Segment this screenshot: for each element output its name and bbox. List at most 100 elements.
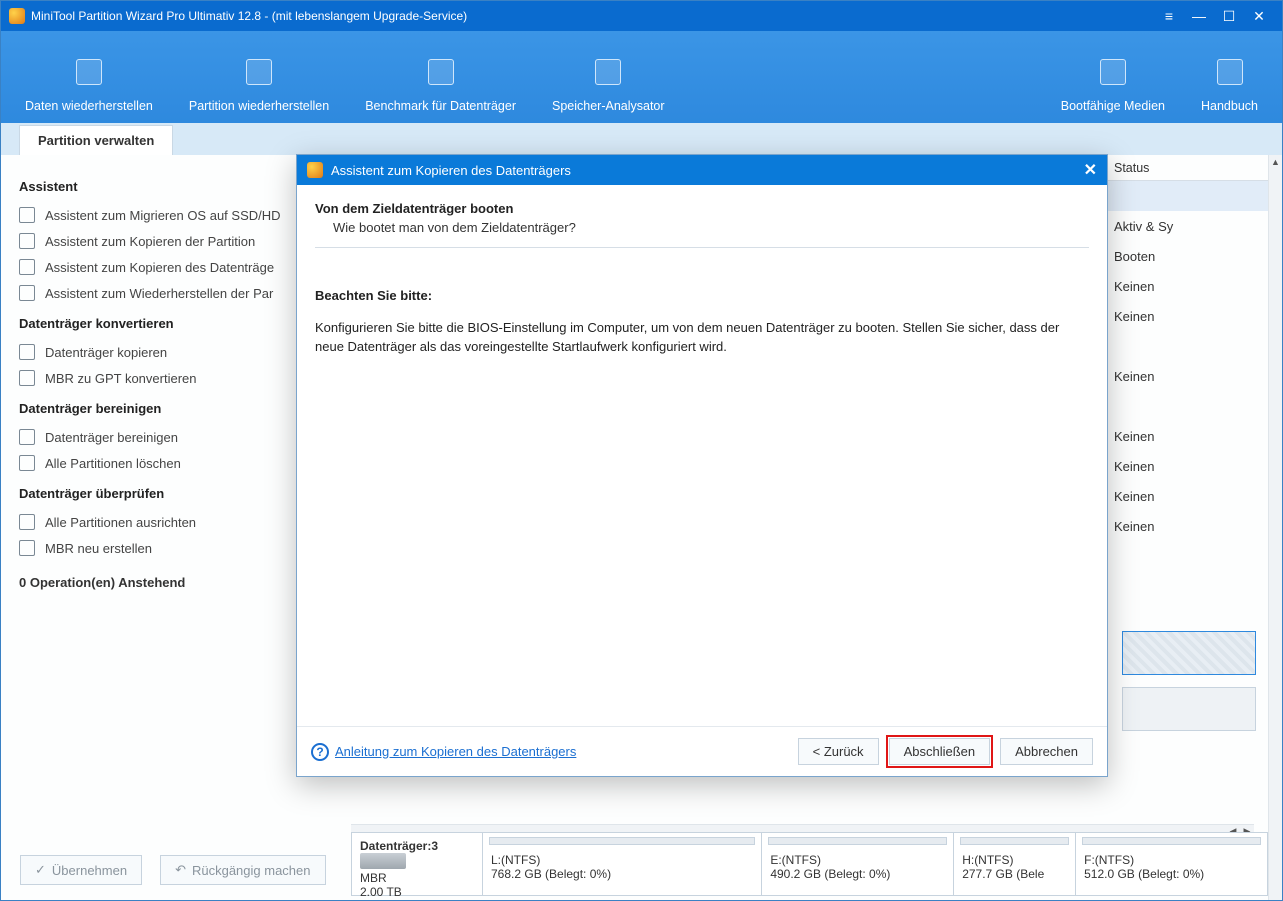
tabstrip: Partition verwalten (1, 123, 1282, 155)
book-icon (1217, 59, 1243, 85)
partition-cell[interactable]: H:(NTFS)277.7 GB (Bele (953, 833, 1075, 895)
disk-map-bar (1122, 687, 1256, 731)
vertical-scrollbar[interactable]: ▲ (1268, 155, 1282, 900)
window-title: MiniTool Partition Wizard Pro Ultimativ … (31, 9, 467, 23)
usage-bar (960, 837, 1069, 845)
dialog-title: Assistent zum Kopieren des Datenträgers (331, 163, 571, 178)
partition-cell[interactable]: L:(NTFS)768.2 GB (Belegt: 0%) (482, 833, 761, 895)
trash-icon (19, 455, 35, 471)
scroll-up-icon[interactable]: ▲ (1269, 155, 1282, 169)
data-recovery-icon (76, 59, 102, 85)
cancel-button[interactable]: Abbrechen (1000, 738, 1093, 765)
status-cell: Keinen (1108, 481, 1268, 511)
minimize-button[interactable]: — (1184, 8, 1214, 24)
status-cell (1108, 391, 1268, 421)
sidebar-item-label: Datenträger bereinigen (45, 430, 178, 445)
status-cell: Aktiv & Sy (1108, 211, 1268, 241)
partition-cell[interactable]: F:(NTFS)512.0 GB (Belegt: 0%) (1075, 833, 1267, 895)
disk-map-preview (1122, 631, 1256, 743)
sidebar-item-label: Alle Partitionen ausrichten (45, 515, 196, 530)
convert-icon (19, 370, 35, 386)
disk-label: Datenträger:3 (360, 839, 474, 853)
disk-size: 2.00 TB (360, 885, 474, 899)
status-cell: Keinen (1108, 271, 1268, 301)
ribbon-data-recovery[interactable]: Daten wiederherstellen (7, 31, 171, 123)
status-cell: Keinen (1108, 421, 1268, 451)
apply-button[interactable]: ✓ Übernehmen (20, 855, 142, 885)
note-title: Beachten Sie bitte: (315, 288, 1089, 303)
partition-cell[interactable]: E:(NTFS)490.2 GB (Belegt: 0%) (761, 833, 953, 895)
menu-icon[interactable]: ≡ (1154, 8, 1184, 24)
sidebar-item-label: Assistent zum Kopieren des Datenträge (45, 260, 274, 275)
eraser-icon (19, 429, 35, 445)
partition-info: 768.2 GB (Belegt: 0%) (491, 867, 753, 881)
ribbon-label: Handbuch (1201, 99, 1258, 113)
button-label: Rückgängig machen (192, 863, 311, 878)
sidebar-item-label: MBR zu GPT konvertieren (45, 371, 196, 386)
titlebar: MiniTool Partition Wizard Pro Ultimativ … (1, 1, 1282, 31)
status-cell: Keinen (1108, 511, 1268, 541)
sidebar-item-label: Datenträger kopieren (45, 345, 167, 360)
dialog-body: Von dem Zieldatenträger booten Wie boote… (297, 185, 1107, 726)
copy-disk-icon (19, 259, 35, 275)
disk-scheme: MBR (360, 871, 474, 885)
partition-name: L:(NTFS) (491, 853, 753, 867)
dialog-heading: Von dem Zieldatenträger booten (315, 201, 1089, 216)
status-cell: Keinen (1108, 451, 1268, 481)
migrate-icon (19, 207, 35, 223)
sidebar-item-label: Assistent zum Wiederherstellen der Par (45, 286, 273, 301)
ribbon-bootable-media[interactable]: Bootfähige Medien (1043, 31, 1183, 123)
undo-button[interactable]: ↶ Rückgängig machen (160, 855, 325, 885)
partition-info: 277.7 GB (Bele (962, 867, 1067, 881)
ribbon-label: Partition wiederherstellen (189, 99, 329, 113)
back-button[interactable]: < Zurück (798, 738, 879, 765)
copy-icon (19, 344, 35, 360)
partition-name: E:(NTFS) (770, 853, 945, 867)
help-link-label[interactable]: Anleitung zum Kopieren des Datenträgers (335, 744, 576, 759)
status-cell (1108, 331, 1268, 361)
close-button[interactable]: ✕ (1244, 8, 1274, 25)
analyzer-icon (595, 59, 621, 85)
status-column: Aktiv & SyBootenKeinenKeinenKeinenKeinen… (1108, 181, 1268, 541)
button-label: Übernehmen (52, 863, 127, 878)
ribbon-benchmark[interactable]: Benchmark für Datenträger (347, 31, 534, 123)
status-cell: Keinen (1108, 301, 1268, 331)
app-logo-icon (9, 8, 25, 24)
disk-strip-3[interactable]: Datenträger:3 MBR 2.00 TB L:(NTFS)768.2 … (351, 832, 1268, 896)
partition-info: 512.0 GB (Belegt: 0%) (1084, 867, 1259, 881)
finish-button[interactable]: Abschließen (889, 738, 991, 765)
mbr-icon (19, 540, 35, 556)
undo-icon: ↶ (175, 862, 186, 878)
align-icon (19, 514, 35, 530)
ribbon-label: Daten wiederherstellen (25, 99, 153, 113)
help-link[interactable]: ? Anleitung zum Kopieren des Datenträger… (311, 743, 576, 761)
disk-meta: Datenträger:3 MBR 2.00 TB (352, 833, 482, 895)
copy-partition-icon (19, 233, 35, 249)
benchmark-icon (428, 59, 454, 85)
disk-map-bar (1122, 631, 1256, 675)
usage-bar (1082, 837, 1261, 845)
status-cell (1108, 181, 1268, 211)
dialog-subheading: Wie bootet man von dem Zieldatenträger? (333, 220, 1089, 235)
ribbon-label: Speicher-Analysator (552, 99, 665, 113)
status-cell: Keinen (1108, 361, 1268, 391)
tab-partition-manage[interactable]: Partition verwalten (19, 125, 173, 155)
sidebar-item-label: MBR neu erstellen (45, 541, 152, 556)
dialog-footer: ? Anleitung zum Kopieren des Datenträger… (297, 726, 1107, 776)
ribbon-partition-recovery[interactable]: Partition wiederherstellen (171, 31, 347, 123)
dialog-close-button[interactable]: ✕ (1084, 160, 1097, 180)
ribbon-manual[interactable]: Handbuch (1183, 31, 1276, 123)
footer-buttons: ✓ Übernehmen ↶ Rückgängig machen (20, 855, 326, 885)
maximize-button[interactable]: ☐ (1214, 8, 1244, 25)
partition-name: F:(NTFS) (1084, 853, 1259, 867)
ribbon-label: Bootfähige Medien (1061, 99, 1165, 113)
usage-bar (489, 837, 755, 845)
usb-icon (1100, 59, 1126, 85)
column-header-status[interactable]: Status (1108, 155, 1268, 181)
partition-name: H:(NTFS) (962, 853, 1067, 867)
status-cell: Booten (1108, 241, 1268, 271)
check-icon: ✓ (35, 862, 46, 878)
ribbon-space-analyzer[interactable]: Speicher-Analysator (534, 31, 683, 123)
help-icon: ? (311, 743, 329, 761)
disk-icon (360, 853, 406, 869)
